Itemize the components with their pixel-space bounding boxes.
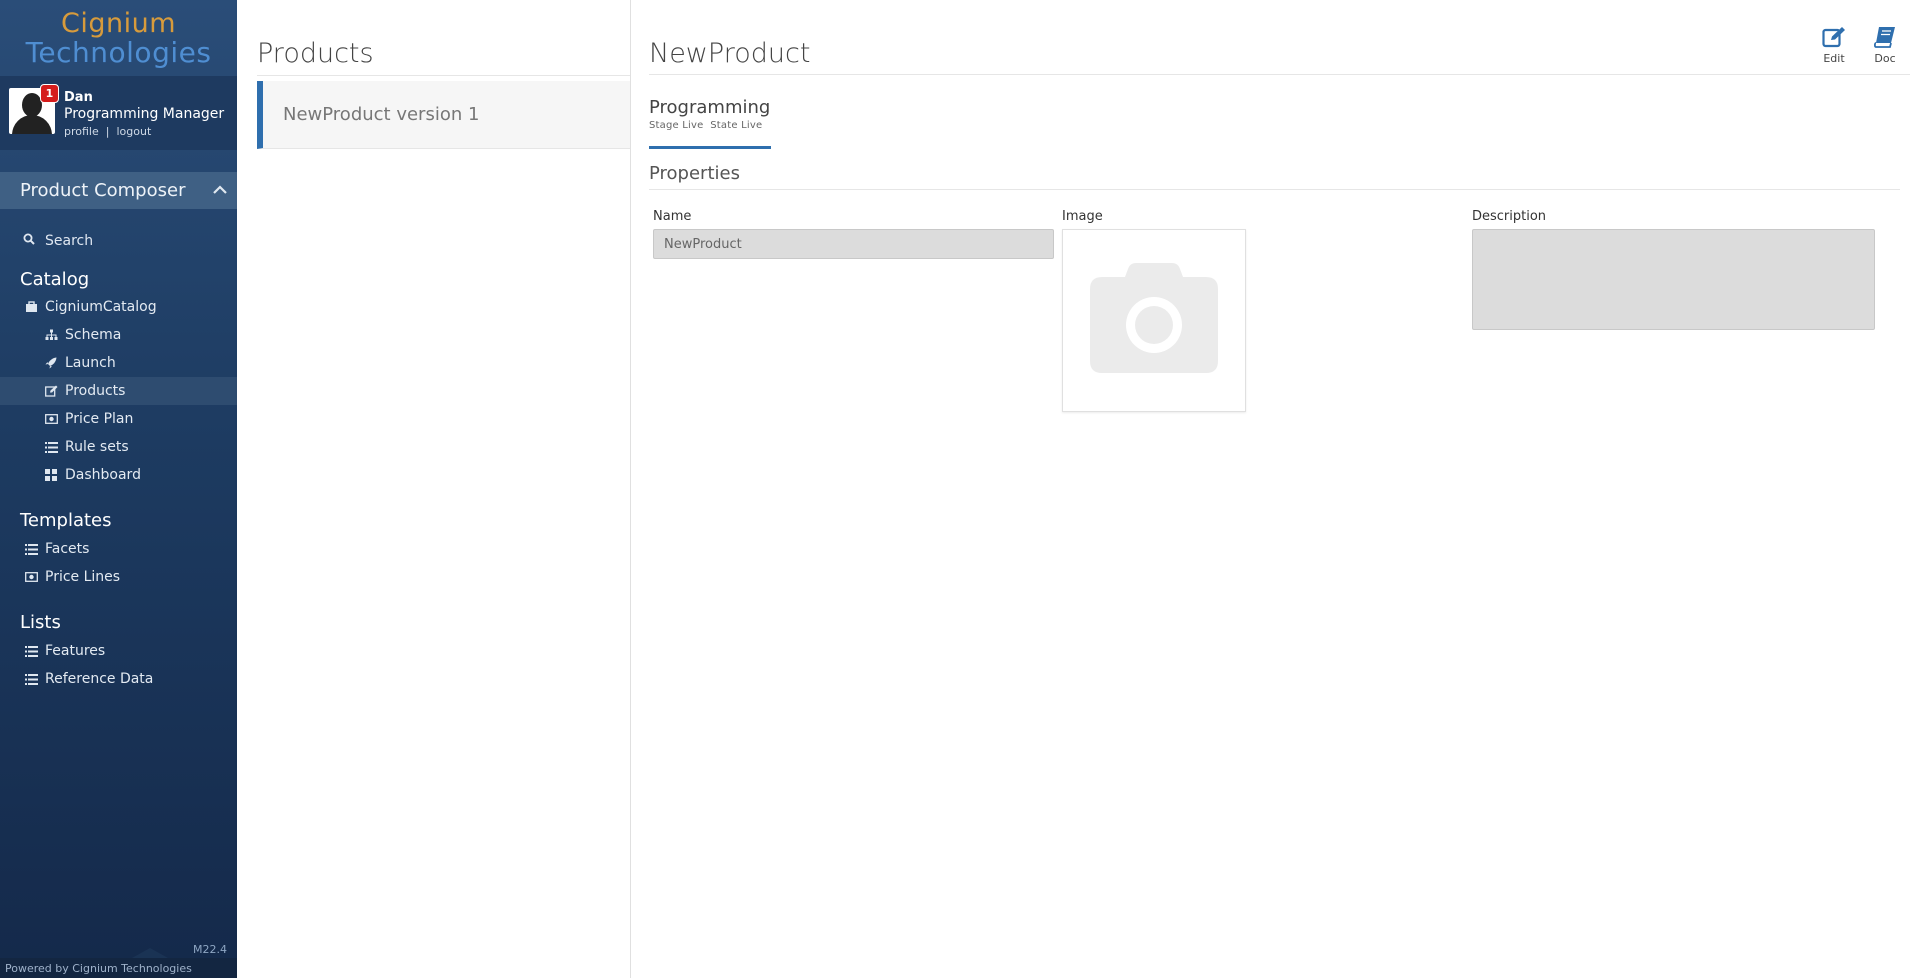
description-field[interactable] xyxy=(1472,229,1875,330)
sidebar-item-launch[interactable]: Launch xyxy=(0,349,237,377)
image-label: Image xyxy=(1062,209,1103,224)
properties-title: Properties xyxy=(649,163,740,184)
page-title: NewProduct xyxy=(649,38,811,69)
edit-button-label: Edit xyxy=(1823,52,1845,65)
sidebar-item-label: Launch xyxy=(65,355,116,371)
user-role: Programming Manager xyxy=(64,106,225,122)
sitemap-icon xyxy=(43,329,59,341)
list-icon xyxy=(23,543,39,555)
money-icon xyxy=(43,414,59,424)
divider xyxy=(649,189,1900,190)
product-detail: NewProduct Edit Doc Programming Stage Li… xyxy=(631,0,1920,978)
edit-button[interactable]: Edit xyxy=(1814,26,1854,65)
list-icon xyxy=(23,673,39,685)
edit-icon xyxy=(43,385,59,397)
sidebar-item-price-lines[interactable]: Price Lines xyxy=(0,563,237,591)
camera-icon xyxy=(1088,261,1220,380)
sidebar-item-products[interactable]: Products xyxy=(0,377,237,405)
search-icon xyxy=(23,233,37,249)
app-version: M22.4 xyxy=(193,943,227,956)
product-composer-header[interactable]: Product Composer xyxy=(0,172,237,209)
sidebar-search[interactable]: Search xyxy=(0,231,237,251)
products-list-panel: Products NewProduct version 1 xyxy=(237,0,631,978)
book-icon xyxy=(1873,26,1897,48)
templates-group-title: Templates xyxy=(20,509,112,531)
sidebar-item-cigniumcatalog[interactable]: CigniumCatalog xyxy=(0,293,237,321)
sidebar-item-reference-data[interactable]: Reference Data xyxy=(0,665,237,693)
search-label: Search xyxy=(45,233,94,249)
brand-logo-line1: Cignium xyxy=(60,7,177,39)
sidebar-item-label: Price Lines xyxy=(45,569,121,585)
list-panel-title: Products xyxy=(257,38,374,69)
name-label: Name xyxy=(653,209,692,224)
description-label: Description xyxy=(1472,209,1547,224)
tab-status: Stage Live State Live xyxy=(649,120,763,131)
sidebar-item-rule-sets[interactable]: Rule sets xyxy=(0,433,237,461)
chevron-up-icon xyxy=(213,183,227,199)
sidebar-item-label: Price Plan xyxy=(65,411,134,427)
name-field[interactable]: NewProduct xyxy=(653,229,1054,259)
briefcase-icon xyxy=(23,301,39,313)
powered-by: Powered by Cignium Technologies xyxy=(0,958,237,978)
user-panel: 1 Dan Programming Manager profile | logo… xyxy=(0,76,237,150)
image-upload[interactable] xyxy=(1062,229,1246,412)
sidebar-item-label: Features xyxy=(45,643,106,659)
sidebar-item-schema[interactable]: Schema xyxy=(0,321,237,349)
sidebar-item-features[interactable]: Features xyxy=(0,637,237,665)
tab-label: Programming xyxy=(649,97,771,118)
list-icon xyxy=(43,441,59,453)
section-title: Product Composer xyxy=(20,180,186,201)
sidebar-item-label: CigniumCatalog xyxy=(45,299,157,315)
brand-logo[interactable]: Cignium Technologies xyxy=(0,0,237,76)
list-item[interactable]: NewProduct version 1 xyxy=(257,81,630,149)
sidebar-item-price-plan[interactable]: Price Plan xyxy=(0,405,237,433)
sidebar-item-dashboard[interactable]: Dashboard xyxy=(0,461,237,489)
brand-logo-line2: Technologies xyxy=(25,35,212,69)
sidebar-item-label: Reference Data xyxy=(45,671,154,687)
sidebar-item-label: Rule sets xyxy=(65,439,129,455)
sidebar-item-label: Schema xyxy=(65,327,122,343)
sidebar-item-label: Dashboard xyxy=(65,467,141,483)
sidebar-item-facets[interactable]: Facets xyxy=(0,535,237,563)
edit-icon xyxy=(1822,26,1846,48)
list-icon xyxy=(23,645,39,657)
tab-programming[interactable]: Programming Stage Live State Live xyxy=(649,97,771,149)
catalog-group-title: Catalog xyxy=(20,268,90,290)
divider xyxy=(257,75,630,76)
profile-link[interactable]: profile xyxy=(64,125,99,138)
logout-link[interactable]: logout xyxy=(116,125,151,138)
collapse-handle[interactable] xyxy=(132,948,168,958)
rocket-icon xyxy=(43,357,59,369)
divider xyxy=(649,74,1910,75)
sidebar-item-label: Facets xyxy=(45,541,90,557)
notification-badge[interactable]: 1 xyxy=(40,84,59,103)
sidebar-item-label: Products xyxy=(65,383,126,399)
money-icon xyxy=(23,572,39,582)
doc-button[interactable]: Doc xyxy=(1865,26,1905,65)
doc-button-label: Doc xyxy=(1874,52,1896,65)
user-name: Dan xyxy=(64,90,93,105)
user-links-separator: | xyxy=(105,125,110,138)
lists-group-title: Lists xyxy=(20,611,61,633)
dashboard-icon xyxy=(43,469,59,481)
sidebar: Cignium Technologies 1 Dan Programming M… xyxy=(0,0,237,978)
user-links: profile | logout xyxy=(64,125,224,138)
